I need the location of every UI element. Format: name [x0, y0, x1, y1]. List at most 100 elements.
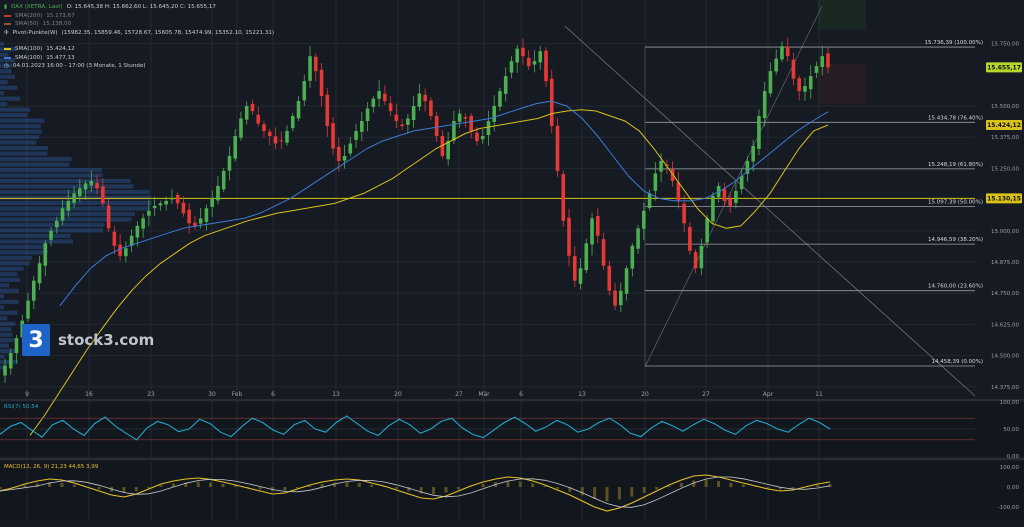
candle-body	[820, 56, 825, 67]
candle-body	[383, 93, 387, 102]
macd-histogram-bar	[295, 487, 299, 489]
chart-root: 9 16 23 30 Feb 6 13 20 27 Mär 6 13 20 27 Apr 11 15.750,0…	[0, 0, 1024, 523]
volume-profile-bar	[0, 124, 41, 129]
candle-body	[463, 117, 468, 119]
candle-body	[480, 135, 485, 140]
candle-body	[722, 188, 727, 201]
candle-body	[486, 121, 491, 136]
candle-body	[164, 200, 168, 205]
y-tick-label: 15.000,00	[991, 229, 1019, 235]
macd-histogram-bar	[655, 487, 659, 490]
volume-profile-bar	[0, 349, 17, 354]
main-chart[interactable]: 9 16 23 30 Feb 6 13 20 27 Mär 6 13 20 27 Apr 11 15.750,0…	[0, 0, 1024, 523]
macd-histogram-bar	[159, 485, 163, 487]
volume-profile-bar	[0, 91, 4, 96]
x-tick-label: Apr	[763, 391, 774, 398]
candle-body	[647, 193, 652, 209]
volume-profile-bar	[0, 167, 102, 173]
volume-profile-bar	[0, 310, 18, 315]
macd-histogram-bar	[642, 487, 646, 493]
clock-icon: ◷	[4, 63, 9, 69]
candle-body	[417, 93, 422, 107]
x-tick-label: 6	[519, 391, 523, 398]
volume-profile-bar	[0, 332, 13, 337]
macd-histogram-bar	[531, 483, 535, 487]
candle-body	[313, 56, 318, 72]
macd-histogram-bar	[580, 487, 584, 496]
volume-profile-bar	[0, 327, 12, 332]
volume-profile-bar	[0, 222, 105, 228]
period-info: ◷ 04.01.2023 16:00 - 17:00 (3 Monate, 1 …	[4, 63, 146, 69]
candle-body	[170, 198, 174, 200]
candle-body	[601, 239, 606, 266]
volume-profile-bar	[0, 261, 30, 266]
macd-histogram-bar	[432, 487, 436, 495]
volume-profile-bar	[0, 184, 134, 189]
macd-histogram-bar	[816, 485, 820, 487]
sma50-label: SMA(50)	[15, 21, 39, 27]
candle-body	[285, 131, 289, 143]
candle-body	[233, 135, 238, 159]
candle-body	[555, 125, 560, 171]
macd-y-tick: 0,00	[1007, 485, 1020, 491]
volume-profile-bar	[0, 156, 72, 162]
volume-profile-bar	[0, 206, 150, 211]
candle-body	[221, 170, 226, 190]
volume-profile-bar	[0, 343, 9, 348]
candle-body	[354, 131, 358, 140]
candle-body	[72, 193, 76, 203]
volume-profile-bar	[0, 277, 21, 282]
macd-legend: MACD(12, 26, 9) 21,23 44,65 3,99	[4, 464, 99, 470]
current-price-tag: 15.655,17	[987, 65, 1021, 72]
candle-body	[774, 58, 779, 72]
candle-body	[181, 202, 186, 214]
y-tick-label: 14.500,00	[991, 354, 1019, 360]
sma200-label: SMA(200)	[15, 13, 43, 19]
candle-body	[670, 169, 675, 181]
volume-profile-bar	[0, 255, 32, 260]
volume-profile-bar	[0, 107, 31, 112]
candle-body	[785, 46, 790, 57]
volume-profile-bar	[0, 113, 28, 118]
rsi-y-tick: 50,00	[1003, 427, 1019, 433]
candle-body	[584, 243, 589, 271]
candle-body	[595, 215, 600, 236]
candle-body	[751, 145, 755, 162]
volume-profile-bar	[0, 162, 70, 167]
candle-body	[653, 173, 658, 191]
candle-body	[216, 185, 220, 201]
macd-histogram-bar	[196, 481, 200, 487]
y-tick-label: 14.750,00	[991, 291, 1019, 297]
macd-histogram-bar	[444, 487, 448, 493]
candle-body	[175, 194, 180, 204]
volume-profile-bar	[0, 283, 10, 288]
candle-body	[446, 140, 450, 160]
macd-histogram-bar	[72, 484, 76, 487]
candle-body	[659, 160, 663, 172]
macd-histogram-bar	[233, 485, 237, 487]
macd-histogram-bar	[506, 481, 510, 487]
candle-body	[572, 256, 577, 281]
fib-level-label: 15.434,78 (76.40%)	[928, 115, 983, 121]
candle-body	[498, 91, 502, 107]
macd-histogram-bar	[729, 482, 733, 487]
candle-body	[423, 94, 427, 102]
instrument-name: DAX (XETRA, Last)	[11, 4, 63, 10]
candle-body	[613, 290, 617, 306]
candle-body	[60, 208, 65, 221]
x-tick-label: 23	[147, 391, 155, 398]
candle-body	[342, 155, 347, 161]
candle-body	[434, 116, 439, 136]
macd-histogram-bar	[679, 482, 683, 487]
macd-histogram-bar	[717, 481, 721, 487]
candle-body	[567, 217, 571, 256]
candle-body	[492, 106, 496, 122]
legend-pivot: ✣ Pivot-Punkte(W) (15982.35, 15859.46, 1…	[4, 30, 274, 36]
macd-histogram-bar	[209, 482, 213, 487]
y-tick-label: 15.500,00	[991, 104, 1019, 110]
candle-body	[198, 218, 203, 224]
stock3-logo-icon: 3	[22, 324, 50, 356]
candle-body	[141, 218, 145, 229]
candle-body	[676, 182, 681, 201]
volume-profile-bar	[0, 129, 42, 134]
